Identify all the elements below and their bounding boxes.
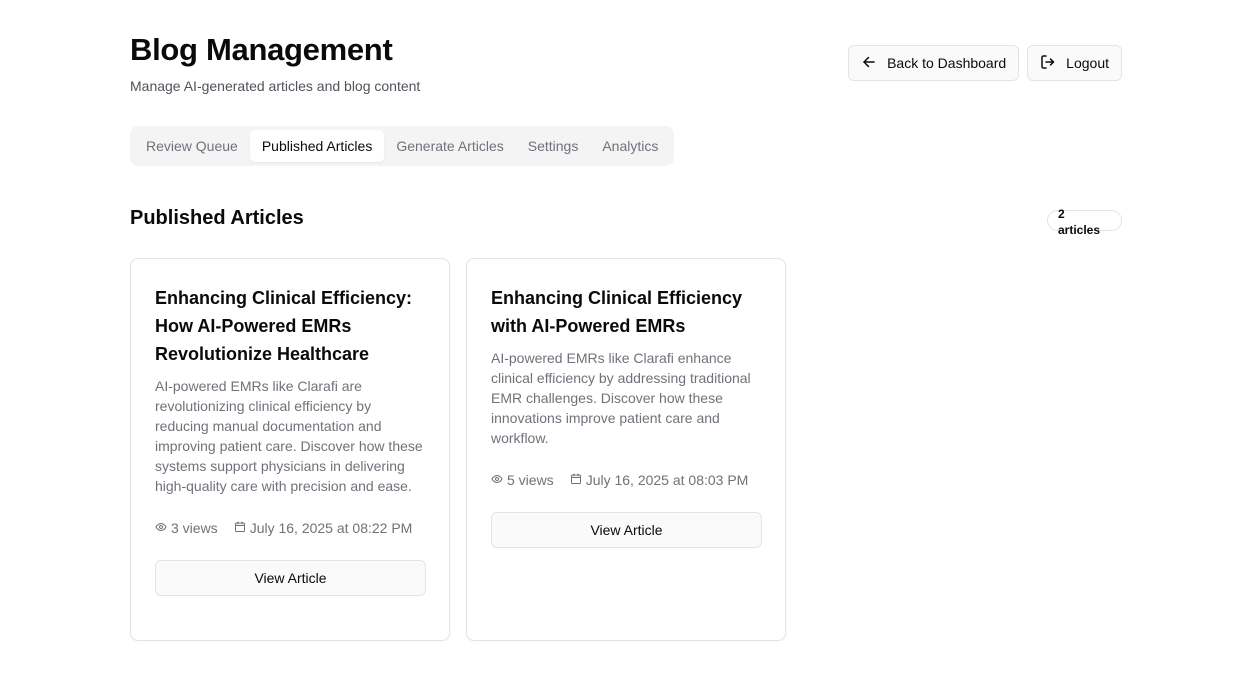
- article-date-label: July 16, 2025 at 08:22 PM: [249, 520, 413, 536]
- article-views: 5 views: [491, 472, 554, 488]
- tab-published-articles[interactable]: Published Articles: [249, 130, 385, 162]
- article-title: Enhancing Clinical Efficiency: How AI-Po…: [155, 288, 413, 364]
- article-card: Enhancing Clinical Efficiency: How AI-Po…: [130, 258, 450, 641]
- logout-label: Logout: [1066, 55, 1109, 71]
- view-article-button[interactable]: View Article: [491, 512, 762, 548]
- tab-list: Review Queue Published Articles Generate…: [130, 126, 675, 166]
- arrow-left-icon: [861, 54, 877, 73]
- view-article-button[interactable]: View Article: [155, 560, 426, 596]
- back-to-dashboard-label: Back to Dashboard: [887, 55, 1007, 71]
- eye-icon: [491, 472, 503, 488]
- back-to-dashboard-button[interactable]: Back to Dashboard: [848, 45, 1020, 81]
- article-meta: 5 views July 16, 2025 at 08:03 PM: [491, 472, 761, 488]
- article-date-label: July 16, 2025 at 08:03 PM: [585, 472, 749, 488]
- tab-settings[interactable]: Settings: [516, 130, 591, 162]
- page-header: Blog Management Manage AI-generated arti…: [130, 30, 1122, 100]
- tab-review-queue[interactable]: Review Queue: [134, 130, 250, 162]
- calendar-icon: [570, 472, 582, 488]
- article-card: Enhancing Clinical Efficiency with AI-Po…: [466, 258, 786, 641]
- logout-icon: [1040, 54, 1056, 73]
- eye-icon: [155, 520, 167, 536]
- tab-analytics[interactable]: Analytics: [590, 130, 670, 162]
- article-views-label: 5 views: [507, 472, 554, 488]
- page-subtitle: Manage AI-generated articles and blog co…: [130, 78, 421, 94]
- article-excerpt: AI-powered EMRs like Clarafi are revolut…: [155, 378, 423, 494]
- article-views: 3 views: [155, 520, 218, 536]
- article-views-label: 3 views: [171, 520, 218, 536]
- article-meta: 3 views July 16, 2025 at 08:22 PM: [155, 520, 425, 536]
- article-count-badge: 2 articles: [1047, 207, 1122, 237]
- article-date: July 16, 2025 at 08:03 PM: [570, 472, 749, 488]
- section-title: Published Articles: [130, 207, 304, 229]
- article-title: Enhancing Clinical Efficiency with AI-Po…: [491, 288, 743, 336]
- article-card-list: Enhancing Clinical Efficiency: How AI-Po…: [130, 258, 786, 641]
- article-count-label: 2 articles: [1058, 207, 1101, 237]
- page-title: Blog Management: [130, 32, 393, 67]
- calendar-icon: [234, 520, 246, 536]
- header-actions: Back to Dashboard Logout: [848, 45, 1122, 81]
- article-excerpt: AI-powered EMRs like Clarafi enhance cli…: [491, 350, 751, 446]
- logout-button[interactable]: Logout: [1027, 45, 1122, 81]
- tab-generate-articles[interactable]: Generate Articles: [384, 130, 515, 162]
- article-date: July 16, 2025 at 08:22 PM: [234, 520, 413, 536]
